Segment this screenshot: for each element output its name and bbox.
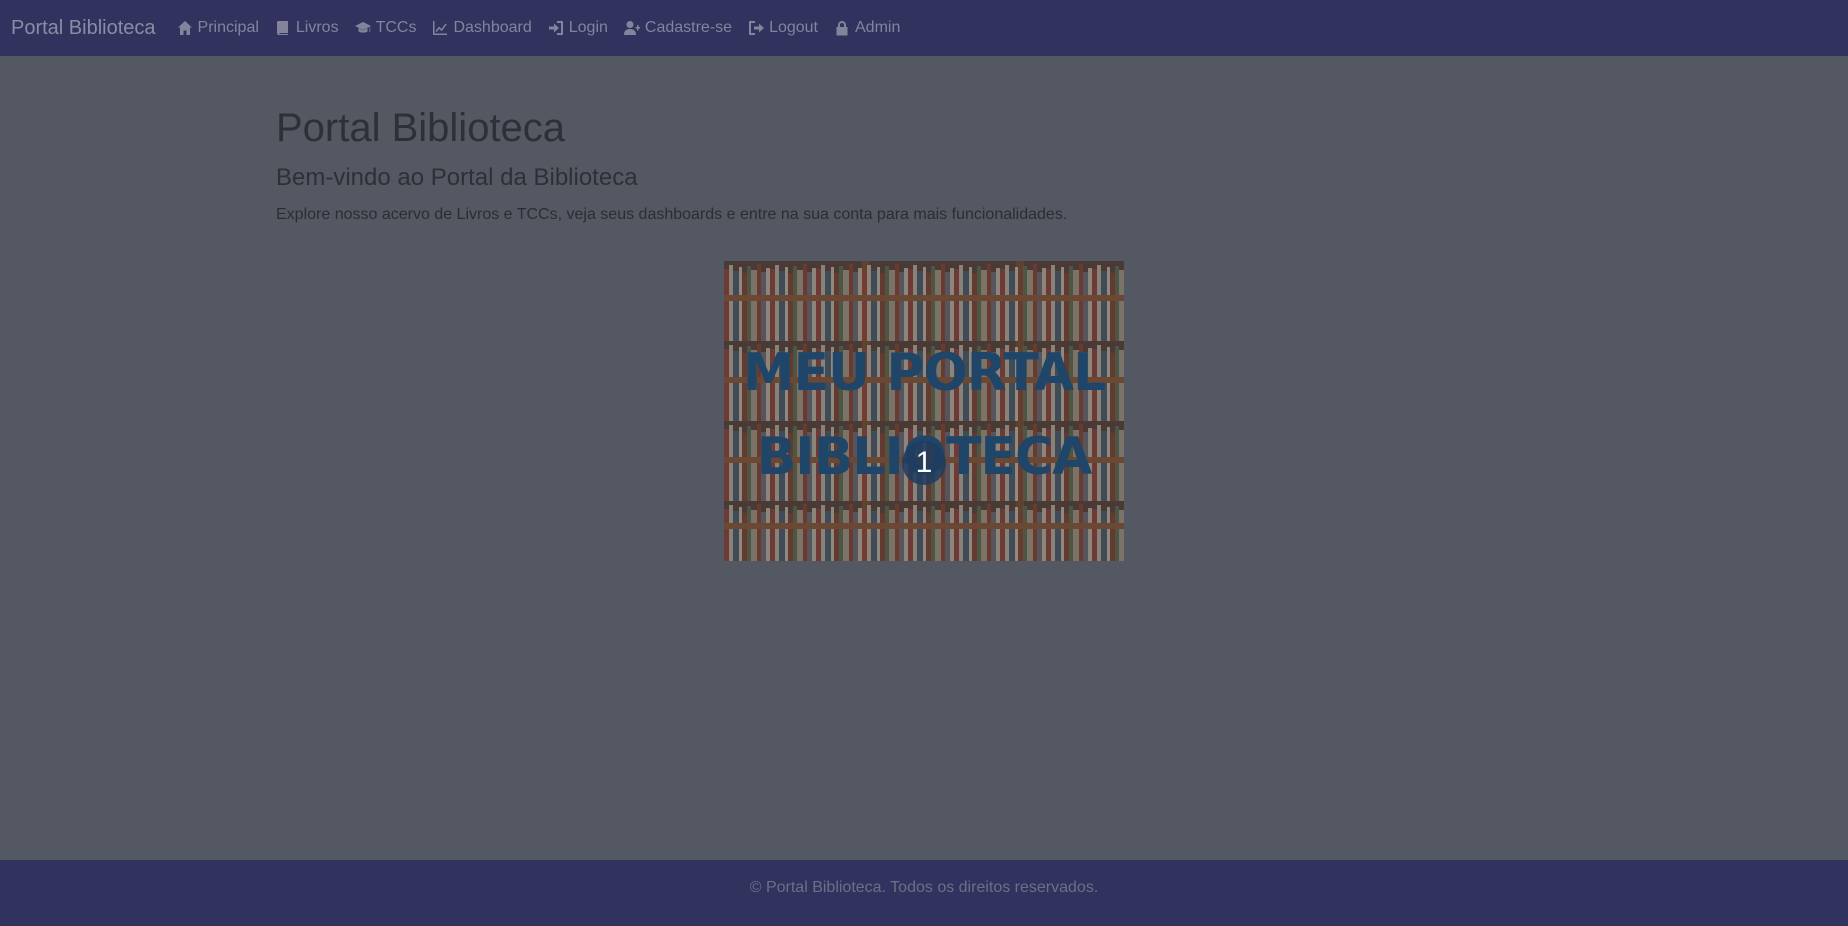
hero-title-line1: MEU PORTAL — [742, 343, 1106, 403]
nav-item-logout[interactable]: Logout — [740, 19, 826, 37]
page-description: Explore nosso acervo de Livros e TCCs, v… — [276, 205, 1068, 223]
page-footer: © Portal Biblioteca. Todos os direitos r… — [0, 860, 1848, 926]
nav-item-login[interactable]: Login — [540, 19, 616, 37]
nav-item-label: Cadastre-se — [644, 19, 733, 36]
user-plus-icon — [623, 21, 640, 35]
nav-item-label: Livros — [295, 19, 339, 36]
bookshelf-image — [724, 261, 1124, 561]
nav-item-label: TCCs — [375, 19, 417, 36]
nav-item-label: Dashboard — [453, 19, 532, 36]
nav-item-principal[interactable]: Principal — [169, 19, 267, 37]
sign-in-icon — [548, 21, 563, 35]
nav-item-admin[interactable]: Admin — [826, 19, 908, 37]
hero-banner-image: MEU PORTAL BIBLIOTECA 1 — [724, 261, 1124, 561]
sign-out-icon — [749, 21, 765, 35]
nav-item-livros[interactable]: Livros — [267, 19, 347, 37]
graduation-cap-icon — [354, 22, 371, 33]
lock-icon — [836, 21, 848, 36]
home-icon — [177, 21, 192, 35]
main-content: Portal Biblioteca Bem-vindo ao Portal da… — [276, 56, 1576, 224]
hero-badge: 1 — [902, 441, 946, 485]
nav-item-cadastre-se[interactable]: Cadastre-se — [616, 19, 740, 37]
page-title: Portal Biblioteca — [276, 106, 566, 150]
nav-item-label: Logout — [769, 19, 818, 36]
book-icon — [276, 21, 288, 35]
nav-item-label: Login — [568, 19, 608, 36]
top-navbar: Portal Biblioteca Principal Livros TCCs … — [0, 0, 1848, 56]
nav-item-tccs[interactable]: TCCs — [347, 19, 425, 37]
page-subtitle: Bem-vindo ao Portal da Biblioteca — [276, 164, 638, 191]
footer-text: © Portal Biblioteca. Todos os direitos r… — [749, 879, 1099, 896]
nav-item-label: Admin — [855, 19, 901, 36]
chart-line-icon — [433, 21, 448, 35]
nav-item-label: Principal — [197, 19, 259, 36]
nav-item-dashboard[interactable]: Dashboard — [424, 19, 539, 37]
navbar-brand[interactable]: Portal Biblioteca — [11, 17, 156, 40]
